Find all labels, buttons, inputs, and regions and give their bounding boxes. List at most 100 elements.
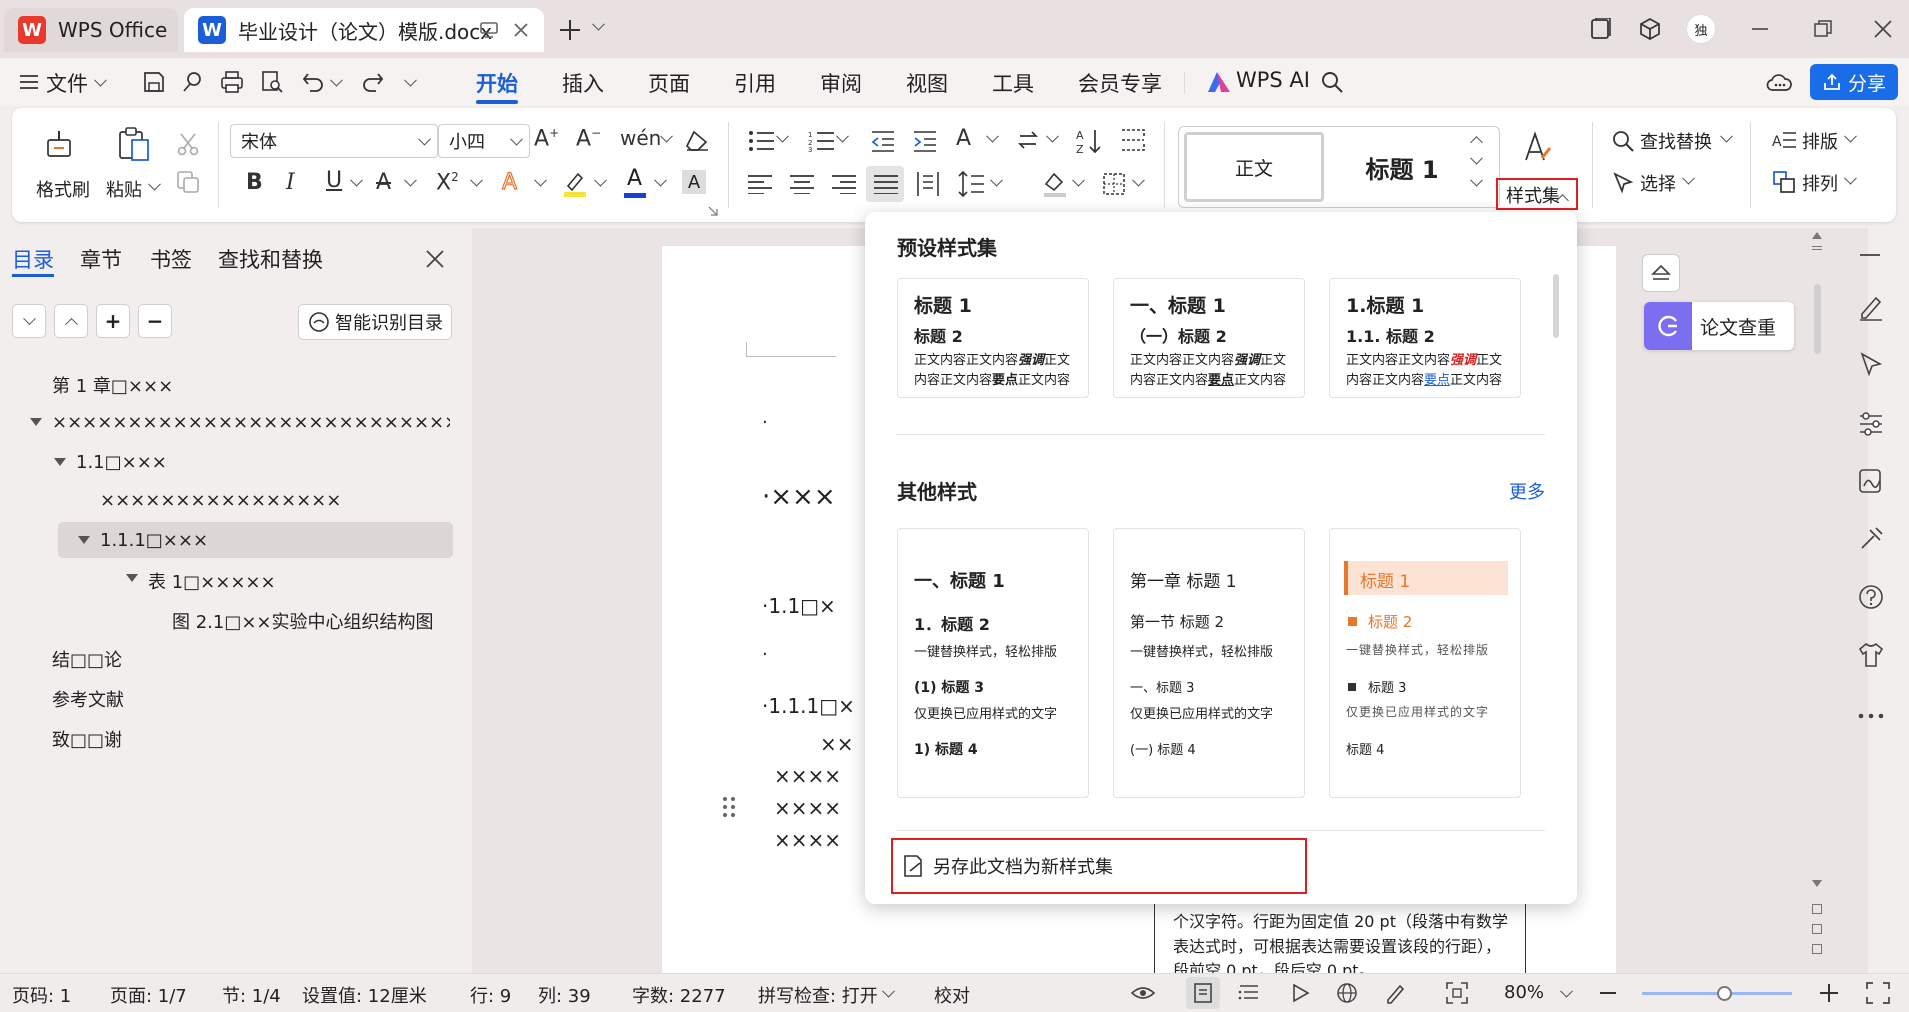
shading-chevron-icon[interactable] bbox=[1072, 173, 1085, 187]
status-row[interactable]: 行: 9 bbox=[470, 982, 511, 1008]
close-panel-icon[interactable] bbox=[426, 250, 444, 268]
align-center-icon[interactable] bbox=[790, 174, 814, 194]
panel-tab-find-replace[interactable]: 查找和替换 bbox=[218, 244, 323, 274]
zoom-in-icon[interactable] bbox=[1820, 984, 1838, 1002]
window-layout-icon[interactable] bbox=[1590, 18, 1612, 40]
style-card[interactable]: 一、标题 1 1．标题 2 一键替换样式，轻松排版 (1) 标题 3 仅更换已应… bbox=[897, 528, 1089, 798]
status-section[interactable]: 节: 1/4 bbox=[222, 982, 281, 1008]
search-icon[interactable] bbox=[1320, 70, 1344, 94]
chevron-down-icon[interactable] bbox=[592, 17, 605, 31]
paste-chevron-icon[interactable] bbox=[148, 177, 161, 191]
status-page[interactable]: 页面: 1/7 bbox=[110, 982, 187, 1008]
tab-reference[interactable]: 引用 bbox=[734, 68, 776, 98]
panel-tab-bookmark[interactable]: 书签 bbox=[150, 244, 192, 274]
font-size-select[interactable]: 小四 bbox=[438, 124, 530, 158]
tab-document[interactable]: W 毕业设计（论文）模版.docx bbox=[184, 8, 544, 52]
add-heading-button[interactable]: + bbox=[96, 304, 130, 338]
play-icon[interactable] bbox=[1290, 983, 1310, 1003]
toc-item[interactable]: 致□□谢 bbox=[52, 726, 122, 752]
layout-chevron-icon[interactable] bbox=[1844, 129, 1857, 143]
page-view-icon[interactable] bbox=[1193, 983, 1213, 1003]
pointer-icon[interactable] bbox=[1856, 350, 1886, 380]
arrange-chevron-icon[interactable] bbox=[1844, 171, 1857, 185]
superscript-chevron-icon[interactable] bbox=[470, 173, 483, 187]
format-painter-icon[interactable] bbox=[42, 128, 78, 162]
distribute-icon[interactable] bbox=[916, 172, 940, 196]
tab-view[interactable]: 视图 bbox=[906, 68, 948, 98]
select-cursor-icon[interactable] bbox=[1612, 172, 1634, 194]
collapse-all-button[interactable] bbox=[12, 304, 46, 338]
paste-label[interactable]: 粘贴 bbox=[106, 176, 142, 202]
collapse-float-button[interactable] bbox=[1642, 254, 1680, 292]
tab-wps-office[interactable]: W WPS Office bbox=[4, 8, 178, 52]
toc-item[interactable]: 图 2.1□××实验中心组织结构图 bbox=[172, 608, 434, 634]
hamburger-icon[interactable] bbox=[20, 74, 38, 90]
toc-item[interactable]: 结□□论 bbox=[52, 646, 122, 672]
wps-ai-icon[interactable] bbox=[1206, 70, 1232, 94]
tab-home[interactable]: 开始 bbox=[476, 68, 518, 98]
increase-indent-icon[interactable] bbox=[912, 130, 936, 152]
wps-ai-button[interactable]: WPS AI bbox=[1236, 68, 1310, 92]
status-word-count[interactable]: 字数: 2277 bbox=[632, 982, 726, 1008]
underline-icon[interactable]: U bbox=[326, 168, 342, 193]
drag-handle-icon[interactable] bbox=[722, 796, 736, 818]
text-effect-chevron-icon[interactable] bbox=[534, 173, 547, 187]
panel-tab-chapter[interactable]: 章节 bbox=[80, 244, 122, 274]
text-direction-chevron-icon[interactable] bbox=[986, 129, 999, 143]
phonetic-guide-icon[interactable]: wén bbox=[620, 126, 661, 150]
zoom-chevron-icon[interactable] bbox=[1560, 984, 1573, 998]
remove-heading-button[interactable]: − bbox=[138, 304, 172, 338]
tab-member[interactable]: 会员专享 bbox=[1078, 68, 1162, 98]
new-tab-plus-icon[interactable] bbox=[560, 20, 580, 40]
line-spacing-icon[interactable] bbox=[958, 170, 984, 198]
scrollbar-thumb[interactable] bbox=[1814, 284, 1821, 354]
close-window-icon[interactable] bbox=[1874, 20, 1892, 38]
zoom-out-icon[interactable] bbox=[1600, 991, 1616, 995]
borders-chevron-icon[interactable] bbox=[1132, 173, 1145, 187]
preset-card[interactable]: 1.标题 1 1.1. 标题 2 正文内容正文内容强调正文 内容正文内容要点正文… bbox=[1329, 278, 1521, 398]
tab-review[interactable]: 审阅 bbox=[820, 68, 862, 98]
save-as-style-set-button[interactable]: 另存此文档为新样式集 bbox=[891, 838, 1307, 894]
justify-icon[interactable] bbox=[874, 174, 898, 194]
align-right-icon[interactable] bbox=[832, 174, 856, 194]
style-card[interactable]: 第一章 标题 1 第一节 标题 2 一键替换样式，轻松排版 一、标题 3 仅更换… bbox=[1113, 528, 1305, 798]
text-direction-icon[interactable]: A bbox=[956, 126, 971, 151]
signature-icon[interactable] bbox=[1856, 466, 1886, 496]
numbered-chevron-icon[interactable] bbox=[836, 129, 849, 143]
bullet-chevron-icon[interactable] bbox=[776, 129, 789, 143]
highlight-icon[interactable] bbox=[562, 170, 588, 198]
superscript-icon[interactable]: X2 bbox=[436, 170, 459, 195]
status-spell-check[interactable]: 拼写检查: 打开 bbox=[758, 982, 878, 1008]
fit-screen-icon[interactable] bbox=[1446, 982, 1468, 1004]
find-icon[interactable] bbox=[1612, 130, 1634, 152]
tab-page[interactable]: 页面 bbox=[648, 68, 690, 98]
style-set-button[interactable]: 样式集 bbox=[1496, 178, 1578, 210]
status-column[interactable]: 列: 39 bbox=[538, 982, 591, 1008]
close-tab-icon[interactable] bbox=[514, 23, 528, 37]
arrange-icon[interactable] bbox=[1772, 170, 1796, 194]
phonetic-chevron-icon[interactable] bbox=[660, 129, 673, 143]
style-normal[interactable]: 正文 bbox=[1184, 132, 1324, 202]
style-heading1[interactable]: 标题 1 bbox=[1332, 132, 1472, 202]
monitor-icon[interactable] bbox=[480, 22, 498, 38]
minimize-icon[interactable] bbox=[1752, 28, 1768, 30]
toc-item[interactable]: ××××××××××××××××××××××××××××… bbox=[52, 412, 450, 433]
select-button[interactable]: 选择 bbox=[1640, 170, 1676, 196]
text-effect-icon[interactable]: A bbox=[501, 169, 517, 195]
sort-direction-chevron-icon[interactable] bbox=[1046, 129, 1059, 143]
avatar[interactable]: 独 bbox=[1686, 14, 1716, 44]
more-icon[interactable] bbox=[1856, 712, 1886, 742]
smart-toc-button[interactable]: 智能识别目录 bbox=[298, 304, 452, 340]
copy-icon[interactable] bbox=[176, 170, 200, 194]
sort-direction-icon[interactable] bbox=[1016, 128, 1040, 152]
expand-triangle-icon[interactable] bbox=[126, 574, 138, 584]
style-card[interactable]: 标题 1 标题 2 一键替换样式，轻松排版 标题 3 仅更换已应用样式的文字 标… bbox=[1329, 528, 1521, 798]
expand-triangle-icon[interactable] bbox=[30, 418, 42, 428]
strikethrough-icon[interactable]: A bbox=[376, 170, 391, 195]
bullet-list-icon[interactable] bbox=[748, 130, 774, 152]
cube-icon[interactable] bbox=[1638, 17, 1662, 41]
help-icon[interactable] bbox=[1856, 582, 1886, 612]
underline-chevron-icon[interactable] bbox=[350, 173, 363, 187]
find-replace-button[interactable]: 查找替换 bbox=[1640, 128, 1712, 154]
popup-scrollbar[interactable] bbox=[1553, 274, 1559, 338]
